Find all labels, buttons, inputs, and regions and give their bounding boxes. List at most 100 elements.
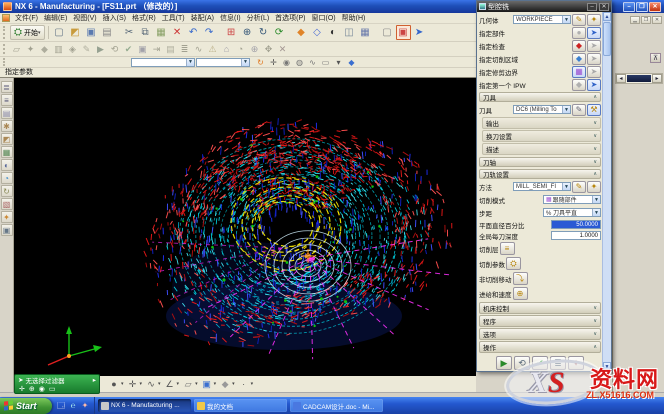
dialog-rail-icon[interactable]: ▣ [396,25,411,40]
snap-icon[interactable]: ◉ [39,385,45,393]
shaded-blue-icon[interactable]: ◆ [346,57,357,67]
palettes-icon[interactable]: ▧ [1,198,13,210]
replay-button[interactable]: ⟲ [514,356,530,370]
background-icon[interactable]: ◐ [326,25,341,40]
section-view-icon[interactable]: ◫ [342,25,357,40]
method-combo[interactable]: MILL_SEMI_FI ▼ [513,182,571,191]
more-dot-icon[interactable]: · [238,378,250,390]
cut-levels-button[interactable]: ≡ [500,242,515,255]
menu-item-4[interactable]: 格式(R) [129,13,159,23]
trim-boundary-button[interactable]: ▦ [572,66,586,78]
pointer-icon[interactable]: ✛ [19,385,25,393]
list-output-icon[interactable]: ≣ [178,43,191,55]
point-snap-icon[interactable]: ✛ [268,57,279,67]
monitor-tool-icon[interactable]: ▣ [201,378,213,390]
application-start-button[interactable]: ⛭ 开始 ▾ [10,25,45,40]
close-button[interactable]: ✕ [649,2,661,12]
edit-tool-button[interactable]: ✎ [572,104,586,116]
scroll-right-icon[interactable]: ▸ [652,74,662,83]
simulate-button[interactable]: ✦ [568,356,584,370]
gouge-check-icon[interactable]: ⚠ [206,43,219,55]
panel-restore-icon[interactable]: ❐ [641,16,651,24]
subsection-1[interactable]: 换刀设置∨ [482,130,601,142]
stepover-combo[interactable]: % 刀具平直 ▼ [543,208,601,217]
select-button[interactable]: ➤ [587,40,601,52]
operation-navigator-icon[interactable]: ✱ [1,120,13,132]
geometry-combo[interactable]: WORKPIECE ▼ [513,15,571,24]
open-file-icon[interactable]: ◩ [68,25,83,40]
menu-item-6[interactable]: 装配(A) [188,13,217,23]
scroll-up-icon[interactable]: ▲ [603,12,611,21]
menu-item-3[interactable]: 插入(S) [100,13,129,23]
replay-toolpath-icon[interactable]: ⟲ [108,43,121,55]
cut-pattern-combo[interactable]: ▦ 跟随部件 ▼ [543,195,601,204]
graphics-window[interactable] [14,78,476,376]
geometry-view-icon[interactable]: ◔ [234,43,247,55]
simulate-machine-icon[interactable]: ▣ [136,43,149,55]
selection-filter-popup[interactable]: ➤ 无选择过滤器 ▸ ✛ ⊕ ◉ ▭ [14,374,100,394]
select-button[interactable]: ➤ [587,79,601,91]
save-icon[interactable]: ▣ [84,25,99,40]
toolbar-grip[interactable] [3,26,7,38]
zoom-tool-icon[interactable]: ⊕ [248,43,261,55]
create-geometry-icon[interactable]: ◆ [38,43,51,55]
angle-tool-icon[interactable]: ∠ [164,378,176,390]
taskbar-task-0[interactable]: NX 6 - Manufacturing ... [98,399,191,412]
shop-doc-icon[interactable]: ▤ [164,43,177,55]
close-toolbar-icon[interactable]: ✕ [276,43,289,55]
list-button[interactable]: ≣ [550,356,566,370]
menu-item-5[interactable]: 工具(T) [159,13,188,23]
rotate-view-icon[interactable]: ↻ [256,25,271,40]
maximize-button[interactable]: ❐ [636,2,648,12]
depth-per-cut-input[interactable]: 1.0000 [551,231,601,240]
edit-object-icon[interactable]: ✎ [80,43,93,55]
media-player-icon[interactable]: ✦ [80,401,90,411]
section-path-settings[interactable]: 刀轨设置 ∧ [479,169,601,179]
window-icon[interactable]: ▢ [380,25,395,40]
cut-area-button[interactable]: ◆ [572,53,586,65]
pan-tool-icon[interactable]: ✥ [262,43,275,55]
feeds-speeds-button[interactable]: ⊕ [513,287,528,300]
box-icon[interactable]: ▭ [49,385,56,393]
paste-icon[interactable]: ▦ [154,25,169,40]
pin-icon[interactable]: ⊼ [650,53,661,63]
selection-arrow-icon[interactable]: ➤ [412,25,427,40]
create-program-icon[interactable]: ▱ [10,43,23,55]
menu-item-11[interactable]: 帮助(H) [339,13,369,23]
non-cutting-moves-button[interactable]: ⤵ [513,272,528,285]
part-navigator-icon[interactable]: ▤ [1,107,13,119]
copy-icon[interactable]: ⧉ [138,25,153,40]
history-icon[interactable]: ↻ [1,185,13,197]
menu-dot-icon[interactable]: ● [108,378,120,390]
toolbar-grip[interactable] [3,58,7,65]
machine-tool-view-icon[interactable]: ◩ [1,133,13,145]
print-icon[interactable]: ▤ [100,25,115,40]
cutting-parameters-button[interactable]: ⛭ [506,257,521,270]
create-method-icon[interactable]: ▥ [52,43,65,55]
toolbar-grip[interactable] [3,44,7,54]
panel-minimize-icon[interactable]: ▁ [630,16,640,24]
plus-tool-icon[interactable]: ✛ [127,378,139,390]
delete-icon[interactable]: ✕ [170,25,185,40]
scroll-thumb[interactable] [603,22,611,56]
create-tool-icon[interactable]: ✦ [24,43,37,55]
ipw-button[interactable]: ◆ [572,79,586,91]
menu-item-10[interactable]: 窗口(O) [309,13,339,23]
dialog-minimize-button[interactable]: – [587,3,597,11]
tool-combo[interactable]: DC6 (Milling To ▼ [513,105,571,114]
cube-tool-icon[interactable]: ◆ [219,378,231,390]
layers-icon[interactable]: ▦ [358,25,373,40]
plane-tool-icon[interactable]: ▱ [182,378,194,390]
show-desktop-icon[interactable]: 🗔 [56,401,66,411]
hd3d-tools-icon[interactable]: ◐ [1,159,13,171]
generate-toolpath-icon[interactable]: ▶ [94,43,107,55]
end-snap-icon[interactable]: ◉ [281,57,292,67]
menu-item-0[interactable]: 文件(F) [12,13,41,23]
constraint-navigator-icon[interactable]: ≡ [1,94,13,106]
dialog-titlebar[interactable]: 型腔铣 – ✕ [477,1,611,12]
rect-select-icon[interactable]: ▭ [320,57,331,67]
select-button[interactable]: ➤ [587,66,601,78]
shaded-view-icon[interactable]: ◆ [294,25,309,40]
machine-view-icon[interactable]: ⌂ [220,43,233,55]
section-机床控制[interactable]: 机床控制∨ [479,302,601,314]
